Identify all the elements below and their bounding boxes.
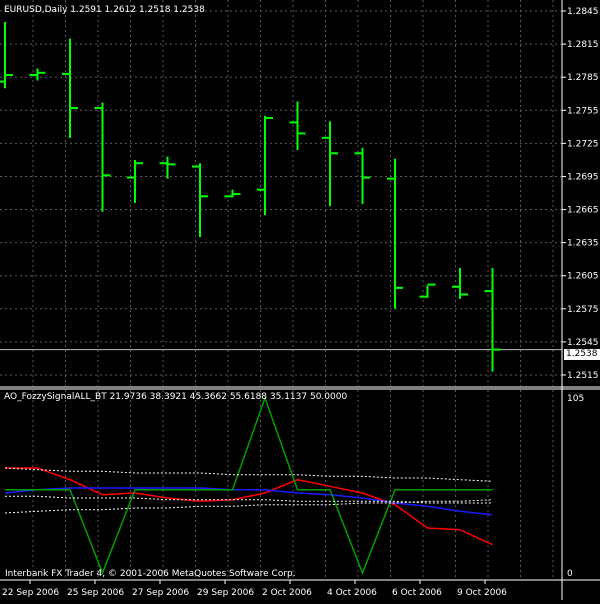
price-tick-label: 1.2605	[567, 272, 599, 282]
time-tick-label: 22 Sep 2006	[2, 588, 59, 598]
price-tick-label: 1.2845	[567, 7, 599, 17]
time-tick-label: 4 Oct 2006	[327, 588, 377, 598]
price-tick-label: 1.2665	[567, 206, 599, 216]
indicator-title: AO_FozzySignalALL_BT 21.9736 38.3921 45.…	[4, 392, 348, 402]
current-price-tag: 1.2538	[564, 349, 600, 360]
price-tick-label: 1.2785	[567, 73, 599, 83]
price-tick-label: 1.2515	[567, 371, 599, 381]
price-tick-label: 1.2725	[567, 139, 599, 149]
time-tick-label: 25 Sep 2006	[67, 588, 124, 598]
indicator-series-line[interactable]	[4, 467, 493, 482]
price-tick-label: 1.2635	[567, 239, 599, 249]
price-tick-label: 1.2815	[567, 40, 599, 50]
time-tick-label: 6 Oct 2006	[392, 588, 442, 598]
price-tick-label: 1.2755	[567, 106, 599, 116]
indicator-series-line[interactable]	[5, 467, 493, 546]
time-tick-label: 27 Sep 2006	[132, 588, 189, 598]
grid	[0, 0, 562, 579]
axis-ticks: 1.2845 1.2815 1.2785 1.2755 1.2725 1.2695 1.26…	[2, 7, 599, 598]
indicator-lines[interactable]	[4, 395, 493, 576]
price-tick-label: 1.2575	[567, 305, 599, 315]
time-tick-label: 29 Sep 2006	[197, 588, 254, 598]
price-bars[interactable]	[0, 22, 501, 372]
price-tick-label: 1.2545	[567, 338, 599, 348]
time-tick-label: 9 Oct 2006	[457, 588, 507, 598]
main-chart-title: EURUSD,Daily 1.2591 1.2612 1.2518 1.2538	[4, 5, 205, 15]
copyright-watermark: Interbank FX Trader 4, © 2001-2006 MetaQ…	[5, 569, 296, 579]
chart-window[interactable]: 1.2845 1.2815 1.2785 1.2755 1.2725 1.2695 1.26…	[0, 0, 600, 600]
indicator-tick-label: 0	[567, 569, 573, 579]
indicator-tick-label: 105	[567, 394, 584, 404]
time-tick-label: 2 Oct 2006	[262, 588, 312, 598]
indicator-series-line[interactable]	[5, 495, 493, 504]
price-tick-label: 1.2695	[567, 172, 599, 182]
indicator-series-line[interactable]	[5, 395, 493, 576]
chart-canvas[interactable]: 1.2845 1.2815 1.2785 1.2755 1.2725 1.2695 1.26…	[0, 0, 600, 600]
